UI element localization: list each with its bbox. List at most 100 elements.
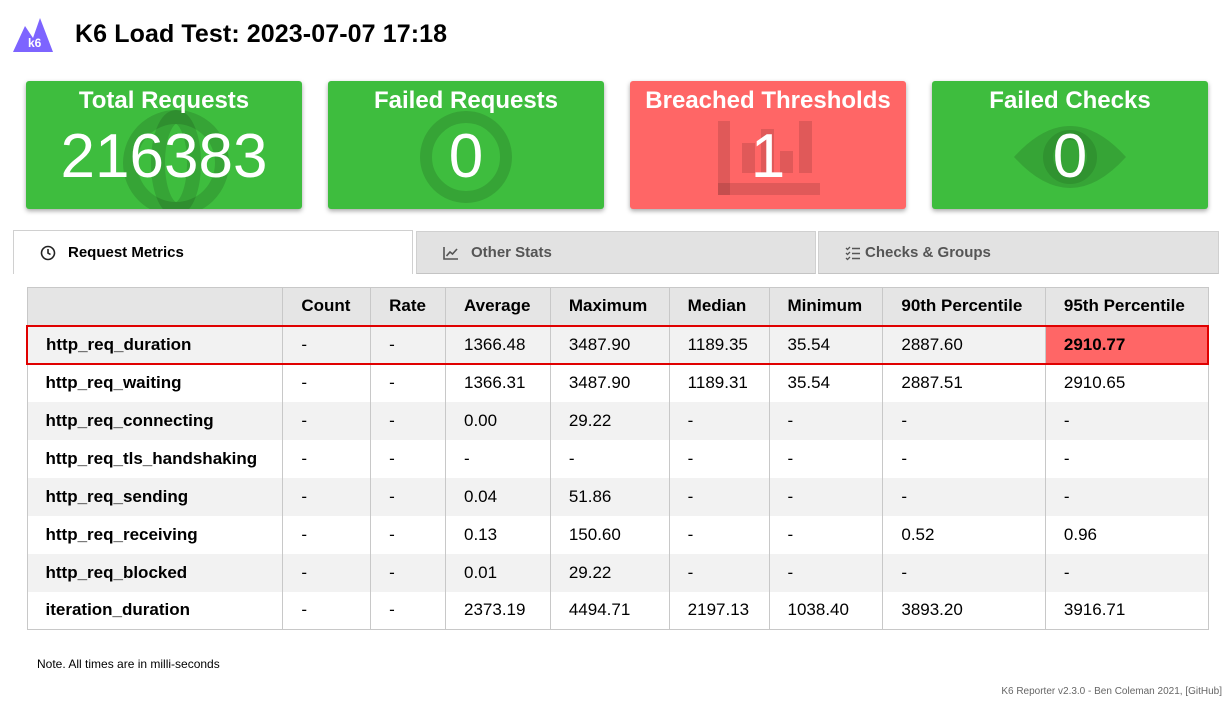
card-title: Total Requests bbox=[78, 87, 250, 114]
table-cell: - bbox=[882, 477, 1046, 516]
table-cell: - bbox=[282, 324, 371, 365]
tab-checks-groups[interactable]: Checks & Groups bbox=[818, 231, 1219, 274]
table-cell: - bbox=[668, 401, 770, 440]
units-note: Note. All times are in milli-seconds bbox=[37, 657, 220, 671]
table-cell: - bbox=[370, 515, 446, 554]
table-cell: - bbox=[549, 439, 670, 478]
metric-name: http_req_blocked bbox=[45, 562, 188, 582]
table-cell: 3893.20 bbox=[882, 591, 1046, 630]
table-header-row: Count Rate Average Maximum Median Minimu… bbox=[27, 287, 1208, 326]
column-header: Minimum bbox=[768, 287, 883, 326]
table-cell: 3487.90 bbox=[549, 363, 670, 402]
table-cell: - bbox=[282, 515, 371, 554]
table-row: http_req_connecting - - 0.00 29.22 - - -… bbox=[27, 401, 1208, 440]
metric-name: http_req_connecting bbox=[45, 410, 214, 430]
table-cell: 3916.71 bbox=[1044, 591, 1208, 630]
card-title: Breached Thresholds bbox=[645, 87, 891, 114]
column-header: 95th Percentile bbox=[1044, 287, 1208, 326]
line-chart-icon bbox=[443, 245, 459, 261]
table-cell: - bbox=[882, 439, 1046, 478]
table-cell: - bbox=[882, 553, 1046, 592]
table-cell: - bbox=[370, 363, 446, 402]
table-cell: - bbox=[668, 553, 770, 592]
table-cell: 1366.31 bbox=[445, 363, 551, 402]
tab-label: Checks & Groups bbox=[865, 244, 991, 261]
table-cell: - bbox=[370, 553, 446, 592]
table-cell: 2197.13 bbox=[668, 591, 770, 630]
table-cell: - bbox=[282, 591, 371, 630]
table-cell: 150.60 bbox=[549, 515, 670, 554]
table-cell: 0.00 bbox=[445, 401, 551, 440]
clock-icon bbox=[40, 245, 56, 261]
column-header bbox=[27, 288, 283, 326]
table-cell: 35.54 bbox=[768, 324, 883, 365]
card-value: 0 bbox=[1052, 122, 1088, 191]
footer-text: K6 Reporter v2.3.0 - Ben Coleman 2021, bbox=[1001, 686, 1186, 697]
table-cell: 1366.48 bbox=[445, 324, 551, 365]
table-cell: 51.86 bbox=[549, 477, 670, 516]
table-cell: 4494.71 bbox=[549, 591, 670, 630]
card-total-requests: Total Requests 216383 bbox=[26, 81, 302, 209]
table-cell: 2910.65 bbox=[1044, 363, 1208, 402]
card-value: 1 bbox=[750, 122, 786, 191]
footer: K6 Reporter v2.3.0 - Ben Coleman 2021, [… bbox=[1001, 686, 1222, 697]
table-cell: - bbox=[668, 515, 770, 554]
table-cell: - bbox=[768, 515, 883, 554]
tab-other-stats[interactable]: Other Stats bbox=[416, 231, 816, 274]
table-cell: 29.22 bbox=[549, 401, 670, 440]
table-cell: 0.04 bbox=[445, 477, 551, 516]
card-failed-checks: Failed Checks 0 bbox=[932, 81, 1208, 209]
table-cell: - bbox=[370, 591, 446, 630]
table-row: http_req_sending - - 0.04 51.86 - - - - bbox=[27, 477, 1208, 516]
card-title: Failed Requests bbox=[373, 87, 559, 114]
table-cell: 1189.35 bbox=[668, 324, 770, 365]
table-cell: 2887.60 bbox=[882, 324, 1046, 365]
table-cell: 3487.90 bbox=[549, 324, 670, 365]
table-cell: - bbox=[370, 401, 446, 440]
k6-logo-icon: k6 bbox=[12, 14, 54, 54]
card-failed-requests: Failed Requests 0 bbox=[328, 81, 604, 209]
card-breached-thresholds: Breached Thresholds 1 bbox=[630, 81, 906, 209]
card-title: Failed Checks bbox=[989, 87, 1151, 114]
table-cell: - bbox=[768, 401, 883, 440]
column-header: Maximum bbox=[549, 287, 670, 326]
table-cell: - bbox=[768, 439, 883, 478]
table-cell: - bbox=[1044, 439, 1208, 478]
card-value: 0 bbox=[448, 122, 484, 191]
svg-text:k6: k6 bbox=[28, 36, 42, 50]
table-row: http_req_duration - - 1366.48 3487.90 11… bbox=[26, 324, 1209, 365]
column-header: Average bbox=[445, 287, 551, 326]
table-row: iteration_duration - - 2373.19 4494.71 2… bbox=[27, 591, 1208, 630]
table-cell: - bbox=[282, 553, 371, 592]
card-value: 216383 bbox=[60, 122, 268, 191]
metric-name: http_req_waiting bbox=[45, 373, 182, 392]
header: k6 K6 Load Test: 2023-07-07 17:18 bbox=[12, 12, 447, 56]
table-cell: - bbox=[445, 439, 551, 478]
table-row: http_req_waiting - - 1366.31 3487.90 118… bbox=[27, 363, 1208, 402]
table-cell: - bbox=[282, 439, 371, 478]
column-header: Median bbox=[668, 287, 770, 326]
table-row: http_req_receiving - - 0.13 150.60 - - 0… bbox=[27, 515, 1208, 554]
breached-threshold-cell: 2910.77 bbox=[1044, 324, 1209, 365]
tab-bar: Request Metrics Other Stats Checks & Gro… bbox=[13, 230, 1219, 274]
table-cell: 0.52 bbox=[882, 515, 1046, 554]
table-row: http_req_blocked - - 0.01 29.22 - - - - bbox=[27, 553, 1208, 592]
tab-request-metrics[interactable]: Request Metrics bbox=[13, 230, 413, 274]
metric-name: iteration_duration bbox=[45, 600, 191, 620]
table-cell: 1038.40 bbox=[768, 591, 883, 630]
tab-label: Request Metrics bbox=[68, 244, 184, 261]
github-link[interactable]: [GitHub] bbox=[1185, 686, 1222, 697]
metric-name: http_req_sending bbox=[45, 486, 189, 506]
table-cell: - bbox=[282, 401, 371, 440]
metric-name: http_req_receiving bbox=[45, 524, 198, 544]
tab-label: Other Stats bbox=[471, 244, 552, 261]
table-cell: - bbox=[1044, 401, 1208, 440]
table-cell: 0.13 bbox=[445, 515, 551, 554]
table-cell: - bbox=[282, 477, 371, 516]
table-cell: - bbox=[370, 439, 446, 478]
table-cell: 2373.19 bbox=[445, 591, 551, 630]
checklist-icon bbox=[845, 245, 861, 261]
table-row: http_req_tls_handshaking - - - - - - - - bbox=[27, 439, 1208, 478]
table-cell: 1189.31 bbox=[668, 363, 770, 402]
table-cell: - bbox=[768, 553, 883, 592]
